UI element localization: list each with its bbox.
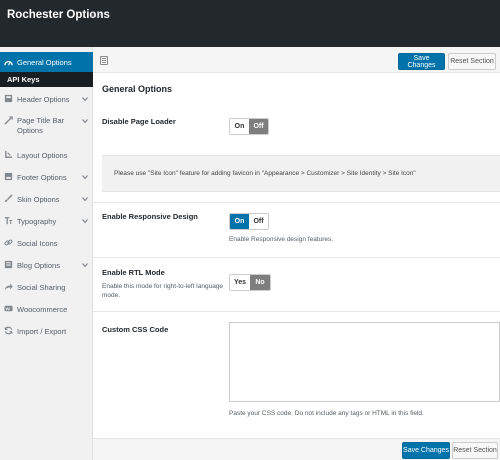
header-icon <box>4 94 13 103</box>
reset-section-button-bottom[interactable]: Reset Section <box>452 442 498 459</box>
sidebar-item-layout-options[interactable]: Layout Options <box>0 148 93 164</box>
rtl-toggle[interactable]: Yes No <box>229 274 271 291</box>
menu-icon[interactable] <box>100 56 108 65</box>
sidebar-item-typography[interactable]: Typography <box>0 214 93 230</box>
top-toolbar: Save Changes Reset Section <box>93 47 500 73</box>
sidebar-item-label-line2: Options <box>17 126 43 135</box>
sidebar-item-label: Import / Export <box>17 327 67 336</box>
sidebar-item-label: Page Title Bar <box>17 116 65 125</box>
sidebar-item-skin-options[interactable]: Skin Options <box>0 192 93 208</box>
footer-icon <box>4 172 13 181</box>
dashboard-icon <box>4 60 13 66</box>
sidebar-item-label: Social Sharing <box>17 283 66 292</box>
divider <box>93 202 500 203</box>
bottom-toolbar: Save Changes Reset Section <box>93 438 500 460</box>
sidebar-item-label: Blog Options <box>17 261 60 270</box>
sidebar-item-api-keys[interactable]: API Keys <box>0 72 93 87</box>
sidebar-item-label: Social Icons <box>17 239 58 248</box>
rtl-yes[interactable]: Yes <box>230 275 250 290</box>
chevron-down-icon <box>82 197 88 202</box>
link-icon <box>4 239 13 246</box>
sidebar-item-general-options[interactable]: General Options <box>0 52 93 72</box>
rtl-no[interactable]: No <box>250 275 270 290</box>
sidebar-item-woocommerce[interactable]: Woocommerce <box>0 302 93 318</box>
save-button[interactable]: Save Changes <box>398 53 445 70</box>
app-header: Rochester Options 1.0 <box>0 0 500 47</box>
sidebar-item-label: Skin Options <box>17 195 60 204</box>
sidebar-item-label: API Keys <box>7 75 40 84</box>
sidebar-item-label: Typography <box>17 217 57 226</box>
typography-icon <box>4 217 13 225</box>
page-title-icon <box>4 116 13 125</box>
divider <box>93 311 500 312</box>
section-title: General Options <box>102 84 173 94</box>
preloader-off[interactable]: Off <box>249 119 268 134</box>
app-version: 1.0 <box>91 12 101 19</box>
css-label: Custom CSS Code <box>102 325 169 334</box>
woocommerce-icon <box>4 305 13 312</box>
responsive-off[interactable]: Off <box>249 214 268 229</box>
custom-css-textarea[interactable] <box>229 322 500 402</box>
sidebar-item-social-sharing[interactable]: Social Sharing <box>0 280 93 296</box>
brush-icon <box>4 194 13 203</box>
chevron-down-icon <box>82 219 88 224</box>
sidebar-item-label: General Options <box>17 58 72 67</box>
layout-icon <box>5 150 13 158</box>
sidebar-item-footer-options[interactable]: Footer Options <box>0 170 93 186</box>
sidebar-item-blog-options[interactable]: Blog Options <box>0 258 93 274</box>
save-button-bottom[interactable]: Save Changes <box>402 442 450 459</box>
rtl-desc: Enable this mode for right-to-left langu… <box>102 283 224 299</box>
responsive-label: Enable Responsive Design <box>102 212 198 221</box>
chevron-down-icon <box>82 97 88 102</box>
chevron-down-icon <box>82 263 88 268</box>
sidebar-item-page-title-bar[interactable]: Page Title Bar Options <box>0 114 93 138</box>
blog-icon <box>4 260 13 269</box>
sidebar-item-label: Layout Options <box>17 151 68 160</box>
main-panel: Save Changes Reset Section General Optio… <box>93 47 500 460</box>
chevron-down-icon <box>82 175 88 180</box>
chevron-down-icon <box>82 119 88 124</box>
responsive-toggle[interactable]: On Off <box>229 213 269 230</box>
preloader-label: Disable Page Loader <box>102 117 176 126</box>
css-desc: Paste your CSS code. Do not include any … <box>229 410 424 417</box>
favicon-notice: Please use "Site Icon" feature for addin… <box>102 155 500 192</box>
sidebar-item-import-export[interactable]: Import / Export <box>0 324 93 340</box>
share-icon <box>4 283 13 291</box>
sidebar-item-header-options[interactable]: Header Options <box>0 92 93 108</box>
rtl-label: Enable RTL Mode <box>102 268 165 277</box>
sidebar-item-social-icons[interactable]: Social Icons <box>0 236 93 252</box>
preloader-toggle[interactable]: On Off <box>229 118 269 135</box>
divider <box>93 257 500 258</box>
refresh-icon <box>4 326 13 335</box>
responsive-desc: Enable Responsive design features. <box>229 236 334 243</box>
sidebar-item-label: Header Options <box>17 95 70 104</box>
preloader-on[interactable]: On <box>230 119 249 134</box>
responsive-on[interactable]: On <box>230 214 249 229</box>
sidebar: General Options API Keys Header Options … <box>0 47 93 460</box>
sidebar-item-label: Footer Options <box>17 173 67 182</box>
reset-section-button[interactable]: Reset Section <box>448 53 496 70</box>
sidebar-item-label: Woocommerce <box>17 305 68 314</box>
